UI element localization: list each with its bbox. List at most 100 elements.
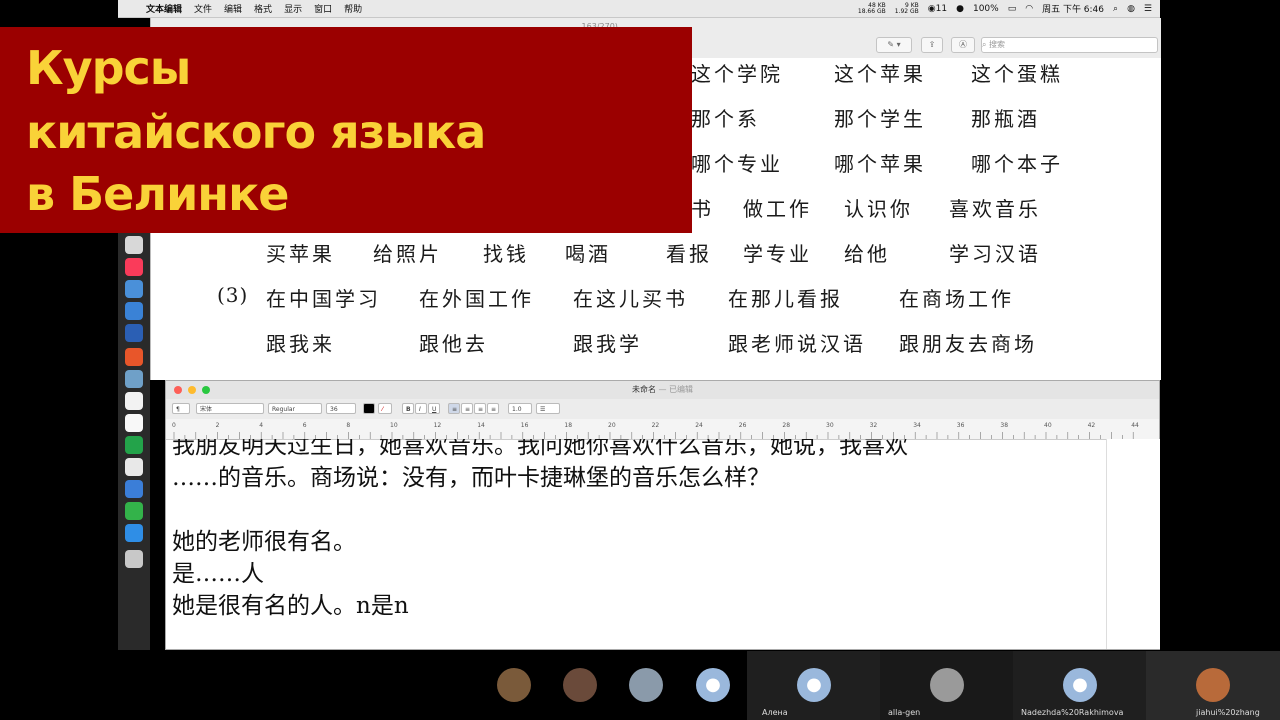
preview-icon[interactable]: [125, 280, 143, 298]
font-size-value: 36: [330, 406, 338, 413]
textedit-titlebar[interactable]: 未命名 — 已编辑: [166, 381, 1159, 399]
menu-edit[interactable]: 编辑: [224, 2, 242, 15]
ruler[interactable]: 0 2 4 6 8 10 12 14 16 18 20 22 24 26 28 30 32 34 36 38 40 42 4…: [166, 419, 1159, 440]
dock: [118, 230, 150, 650]
participant-tile[interactable]: ● Алена: [747, 651, 880, 720]
line-spacing-select[interactable]: 1.0: [508, 403, 532, 414]
participant-name: jiahui%20zhang: [1196, 708, 1260, 717]
text-scroll-area[interactable]: [1106, 439, 1160, 649]
banner-line-3: в Белинке: [26, 167, 290, 221]
textedit-format-bar: ¶ 宋体 Regular 36 ⁄ B I U ≡ ≡ ≡ ≡ 1.0 ☰: [166, 399, 1159, 420]
pdf-word: 在这儿买书: [573, 287, 688, 311]
safari-icon[interactable]: [125, 236, 143, 254]
wifi-icon[interactable]: ◠: [1025, 4, 1033, 14]
tools-icon[interactable]: [125, 348, 143, 366]
pdf-word: 认识你: [844, 197, 913, 221]
ruler-number: 20: [608, 422, 616, 429]
participant-tile[interactable]: ● Nadezhda%20Rakhimova: [1013, 651, 1146, 720]
participant-avatar[interactable]: [563, 668, 597, 702]
ruler-number: 6: [302, 422, 307, 429]
telegram-icon[interactable]: [125, 524, 143, 542]
pdf-word: 这个学院: [691, 62, 783, 86]
underline-button[interactable]: U: [428, 403, 440, 414]
participant-avatar[interactable]: ●: [696, 668, 730, 702]
wechat-dock-icon[interactable]: [125, 502, 143, 520]
menu-file[interactable]: 文件: [194, 2, 212, 15]
italic-button[interactable]: I: [415, 403, 427, 414]
banner-line-2: китайского языка: [26, 105, 486, 159]
text-color-swatch[interactable]: [363, 403, 375, 414]
align-justify-button[interactable]: ≡: [487, 403, 499, 414]
menu-view[interactable]: 显示: [284, 2, 302, 15]
participant-tile[interactable]: jiahui%20zhang: [1146, 651, 1280, 720]
align-center-button[interactable]: ≡: [461, 403, 473, 414]
font-family-value: 宋体: [200, 406, 213, 413]
pdf-word: 哪个本子: [971, 152, 1063, 176]
pdf-word: 学专业: [743, 242, 812, 266]
siri-icon[interactable]: ◍: [1127, 4, 1135, 14]
participant-avatar: [1196, 668, 1230, 702]
hexagon-app-icon[interactable]: [125, 458, 143, 476]
battery-icon[interactable]: ▭: [1008, 4, 1017, 14]
calendar-icon[interactable]: [125, 392, 143, 410]
text-line: 我朋友明天过生日，她喜欢音乐。我问她你喜欢什么音乐，她说，我喜欢: [172, 439, 908, 459]
pdf-word: 哪个苹果: [834, 152, 926, 176]
ruler-number: 8: [346, 422, 351, 429]
align-left-button[interactable]: ≡: [448, 403, 460, 414]
participant-name: alla-gen: [888, 708, 921, 717]
keynote-icon[interactable]: [125, 302, 143, 320]
pdf-word: 喝酒: [565, 242, 611, 266]
menu-window[interactable]: 窗口: [314, 2, 332, 15]
battery-percent[interactable]: 100%: [973, 4, 999, 14]
pdf-word: 学习汉语: [949, 242, 1041, 266]
pdf-exercise-number: (3): [217, 283, 249, 307]
notification-icon[interactable]: ◉11: [928, 4, 947, 14]
microsoft-word-icon[interactable]: [125, 324, 143, 342]
document-name: 未命名: [631, 385, 656, 394]
textedit-icon[interactable]: [125, 414, 143, 432]
ruler-number: 34: [913, 422, 921, 429]
highlight-color-button[interactable]: ⁄: [378, 403, 392, 414]
annotate-button[interactable]: Ⓐ: [951, 37, 975, 53]
markup-pen-button[interactable]: ✎ ▾: [876, 37, 912, 53]
spotlight-icon[interactable]: ⌕: [1113, 4, 1118, 14]
wechat-icon[interactable]: ●: [956, 4, 964, 14]
net-down-total: 1.92 GB: [894, 7, 919, 15]
ruler-number: 40: [1044, 422, 1052, 429]
pdf-word: 在外国工作: [419, 287, 534, 311]
pdf-word: 在中国学习: [266, 287, 381, 311]
network-monitor[interactable]: 48 KB 18.66 GB: [858, 2, 886, 15]
font-style-select[interactable]: Regular: [268, 403, 322, 414]
font-size-select[interactable]: 36: [326, 403, 356, 414]
clock[interactable]: 周五 下午 6:46: [1042, 2, 1104, 15]
ruler-number: 12: [433, 422, 442, 429]
menu-format[interactable]: 格式: [254, 2, 272, 15]
participant-avatar[interactable]: [629, 668, 663, 702]
font-family-select[interactable]: 宋体: [196, 403, 264, 414]
music-icon[interactable]: [125, 258, 143, 276]
participant-tile[interactable]: alla-gen: [880, 651, 1013, 720]
network-monitor-down[interactable]: 9 KB 1.92 GB: [894, 2, 919, 15]
pdf-search-input[interactable]: ⌕ 搜索: [981, 37, 1158, 53]
list-style-select[interactable]: ☰: [536, 403, 560, 414]
paragraph-style-select[interactable]: ¶: [172, 403, 190, 414]
ruler-number: 28: [782, 422, 791, 429]
ruler-number: 24: [695, 422, 703, 429]
menu-help[interactable]: 帮助: [344, 2, 362, 15]
pdf-word: 做工作: [743, 197, 812, 221]
photos-icon[interactable]: [125, 370, 143, 388]
ruler-number: 22: [651, 422, 660, 429]
trash-icon[interactable]: [125, 550, 143, 568]
text-document-area[interactable]: 我朋友明天过生日，她喜欢音乐。我问她你喜欢什么音乐，她说，我喜欢 ……的音乐。商…: [166, 439, 1106, 649]
pdf-word: 给照片: [373, 242, 442, 266]
share-button[interactable]: ⇪: [921, 37, 943, 53]
participant-avatar[interactable]: [497, 668, 531, 702]
control-center-icon[interactable]: ☰: [1144, 4, 1152, 14]
zoom-icon[interactable]: [125, 480, 143, 498]
microsoft-excel-icon[interactable]: [125, 436, 143, 454]
bold-button[interactable]: B: [402, 403, 414, 414]
menu-app-name[interactable]: 文本编辑: [146, 2, 182, 15]
textedit-title: 未命名 — 已编辑: [166, 384, 1159, 395]
participant-avatar: [930, 668, 964, 702]
align-right-button[interactable]: ≡: [474, 403, 486, 414]
